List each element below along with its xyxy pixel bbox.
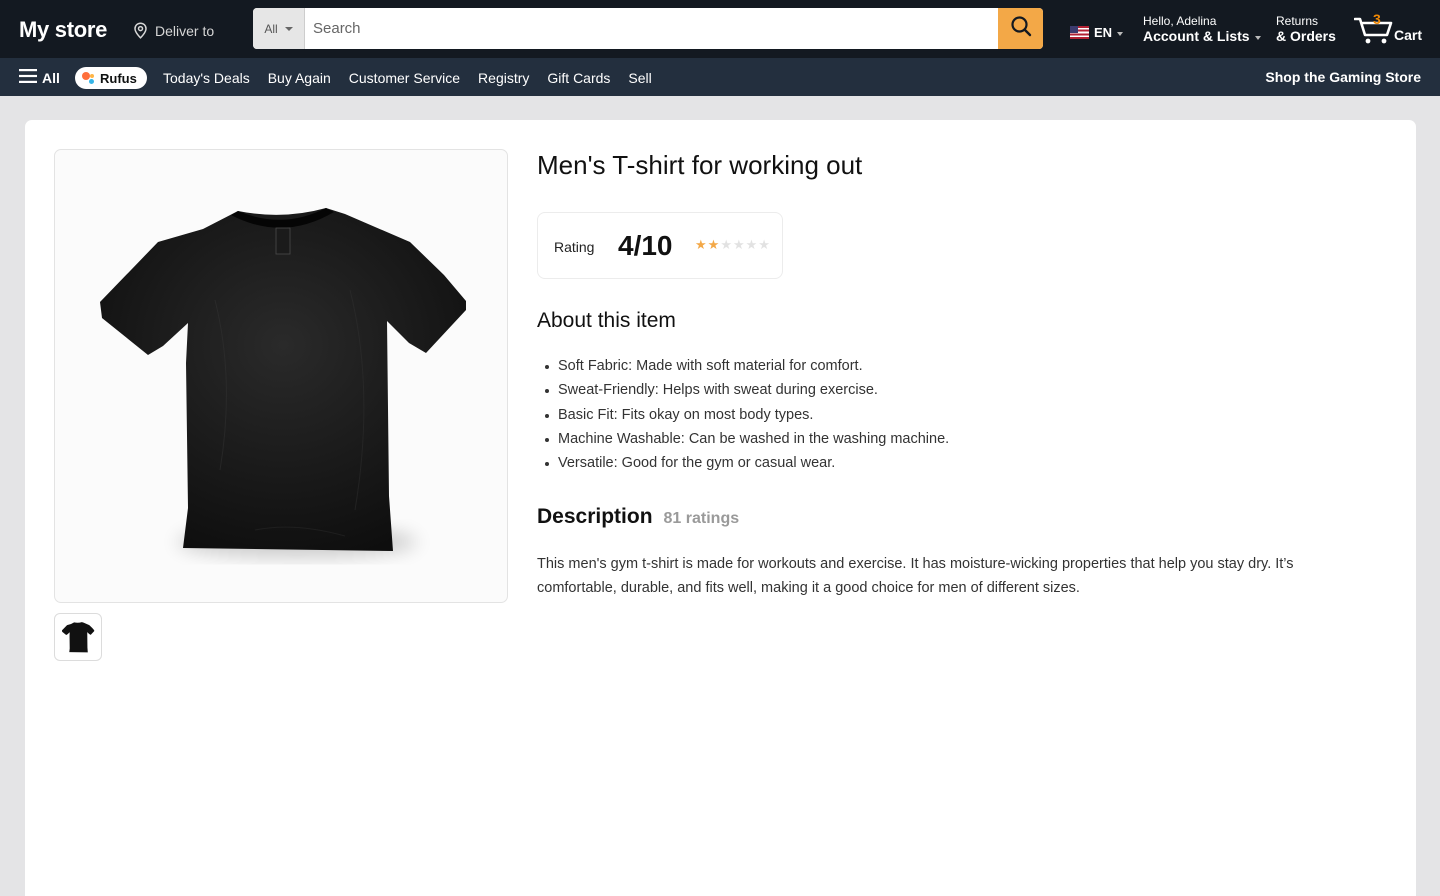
tshirt-thumbnail-icon	[61, 622, 95, 653]
account-greeting: Hello, Adelina	[1143, 14, 1217, 28]
rating-box: Rating 4/10 ★ ★ ★ ★ ★ ★	[537, 212, 783, 279]
star-empty-icon: ★	[720, 237, 732, 252]
star-filled-icon: ★	[707, 237, 720, 252]
top-header: My store Deliver to All EN	[0, 0, 1440, 58]
nav-link-registry[interactable]: Registry	[478, 70, 529, 86]
description-heading: Description 81 ratings	[537, 505, 739, 529]
search-category-value: All	[264, 21, 278, 36]
description-text: This men's gym t-shirt is made for worko…	[537, 556, 1294, 596]
cart-label: Cart	[1394, 27, 1423, 43]
rufus-button[interactable]: Rufus	[75, 67, 147, 89]
language-selector[interactable]: EN	[1070, 25, 1124, 40]
nav-link-sell[interactable]: Sell	[628, 70, 651, 86]
rating-label: Rating	[554, 239, 595, 255]
about-heading: About this item	[537, 309, 676, 332]
product-thumbnail[interactable]	[54, 613, 102, 661]
gaming-store-promo-link[interactable]: Shop the Gaming Store	[1265, 69, 1421, 85]
ratings-count-link[interactable]: 81 ratings	[664, 510, 740, 528]
account-lists-label: Account & Lists	[1143, 28, 1250, 44]
star-empty-icon: ★	[745, 237, 758, 252]
language-code: EN	[1094, 25, 1113, 40]
star-filled-icon: ★	[695, 237, 707, 252]
orders-label: & Orders	[1276, 28, 1336, 44]
deliver-to-button[interactable]: Deliver to	[133, 22, 214, 39]
search-button[interactable]	[998, 8, 1043, 49]
feature-item: Machine Washable: Can be washed in the w…	[544, 430, 949, 454]
all-menu-label: All	[42, 69, 60, 86]
location-pin-icon	[133, 22, 148, 39]
rating-stars: ★ ★ ★ ★ ★ ★	[695, 238, 770, 252]
all-menu-button[interactable]: All	[19, 69, 60, 86]
rufus-icon	[82, 72, 95, 84]
feature-item: Sweat-Friendly: Helps with sweat during …	[544, 381, 949, 405]
rating-value: 4/10	[618, 230, 673, 261]
product-main-image[interactable]	[54, 149, 508, 603]
returns-orders-link[interactable]: Returns & Orders	[1276, 14, 1336, 44]
nav-link-customer-service[interactable]: Customer Service	[349, 70, 460, 86]
nav-link-gift-cards[interactable]: Gift Cards	[547, 70, 610, 86]
rufus-label: Rufus	[100, 70, 137, 86]
account-menu[interactable]: Hello, Adelina Account & Lists	[1143, 14, 1261, 44]
feature-item: Basic Fit: Fits okay on most body types.	[544, 406, 949, 430]
feature-item: Soft Fabric: Made with soft material for…	[544, 357, 949, 381]
magnifier-icon	[1010, 15, 1032, 42]
us-flag-icon	[1070, 26, 1089, 39]
cart-button[interactable]: 3 Cart	[1353, 11, 1434, 48]
nav-bar: All Rufus Today's Deals Buy Again Custom…	[0, 58, 1440, 96]
chevron-down-icon	[1254, 35, 1261, 40]
deliver-to-label: Deliver to	[155, 22, 215, 39]
cart-count-badge: 3	[1373, 11, 1381, 27]
nav-link-todays-deals[interactable]: Today's Deals	[163, 70, 250, 86]
feature-list: Soft Fabric: Made with soft material for…	[544, 357, 949, 478]
star-empty-icon: ★	[758, 237, 770, 252]
feature-item: Versatile: Good for the gym or casual we…	[544, 454, 949, 478]
returns-label: Returns	[1276, 14, 1319, 28]
search-input[interactable]	[305, 8, 998, 49]
product-title: Men's T-shirt for working out	[537, 150, 863, 180]
search-category-select[interactable]: All	[253, 8, 305, 49]
search-bar: All	[253, 8, 1043, 49]
description-title: Description	[537, 505, 653, 528]
chevron-down-icon	[284, 26, 293, 31]
star-empty-icon: ★	[732, 237, 745, 252]
nav-links: Today's Deals Buy Again Customer Service…	[163, 70, 670, 86]
tshirt-image	[100, 208, 466, 558]
store-logo[interactable]: My store	[19, 17, 107, 43]
nav-link-buy-again[interactable]: Buy Again	[268, 70, 331, 86]
chevron-down-icon	[1117, 32, 1124, 36]
hamburger-menu-icon	[19, 69, 37, 86]
